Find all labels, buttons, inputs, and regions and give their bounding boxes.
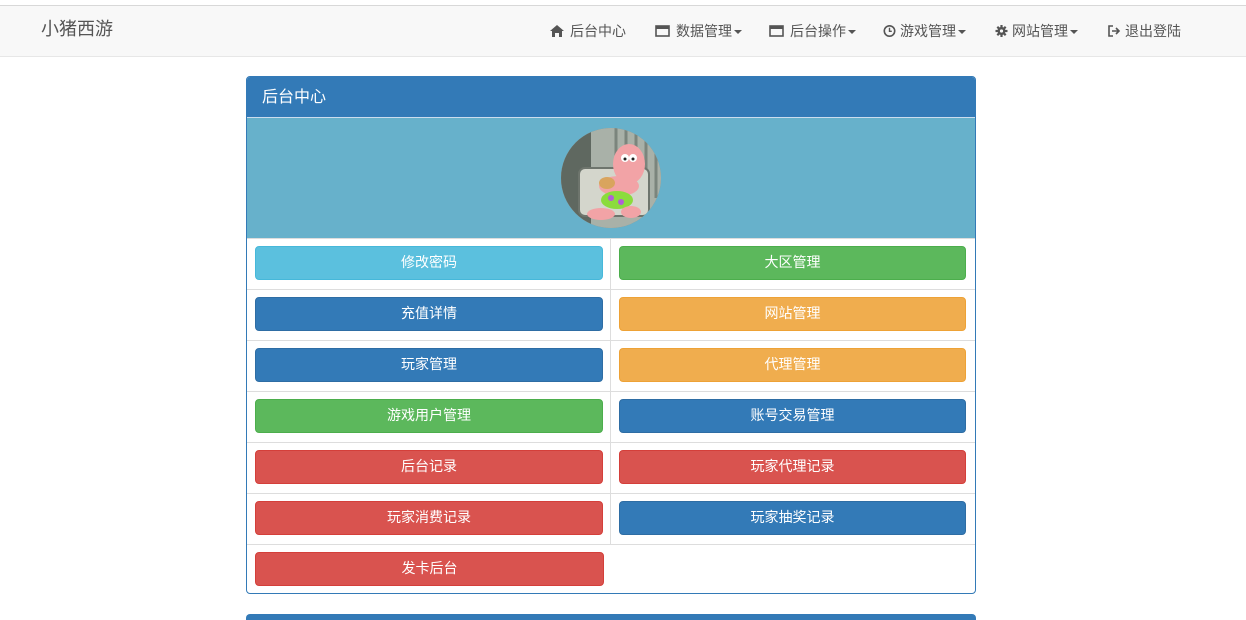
logout-icon [1107, 24, 1121, 38]
avatar-banner [247, 117, 975, 238]
change-password-button[interactable]: 修改密码 [255, 246, 603, 280]
avatar[interactable] [561, 128, 661, 228]
player-lottery-log-button[interactable]: 玩家抽奖记录 [619, 501, 966, 535]
home-icon [549, 24, 565, 38]
nav-item-label: 后台操作 [790, 24, 846, 40]
button-row: 充值详情 网站管理 [247, 289, 975, 341]
button-row: 修改密码 大区管理 [247, 238, 975, 290]
top-navbar: 小猪西游 后台中心 数据管理 后台操作 游戏管理 网站管理 退出登陆 [0, 6, 1246, 57]
next-panel-heading [246, 614, 976, 620]
button-row: 游戏用户管理 账号交易管理 [247, 391, 975, 443]
backend-log-button[interactable]: 后台记录 [255, 450, 603, 484]
player-management-button[interactable]: 玩家管理 [255, 348, 603, 382]
window-icon [769, 24, 785, 38]
site-management-button[interactable]: 网站管理 [619, 297, 966, 331]
nav-item-backend-center[interactable]: 后台中心 [549, 21, 626, 41]
nav-item-site-management[interactable]: 网站管理 [995, 21, 1078, 41]
nav-item-label: 退出登陆 [1125, 24, 1181, 40]
recharge-details-button[interactable]: 充值详情 [255, 297, 603, 331]
window-icon [655, 24, 671, 38]
nav-item-data-management[interactable]: 数据管理 [655, 21, 742, 41]
account-trade-management-button[interactable]: 账号交易管理 [619, 399, 966, 433]
nav-item-label: 网站管理 [1012, 24, 1068, 40]
player-spending-log-button[interactable]: 玩家消费记录 [255, 501, 603, 535]
nav-item-backend-operations[interactable]: 后台操作 [769, 21, 856, 41]
nav-item-game-management[interactable]: 游戏管理 [883, 21, 966, 41]
card-issuing-backend-button[interactable]: 发卡后台 [255, 552, 604, 586]
caret-down-icon [734, 29, 742, 34]
brand-logo-text[interactable]: 小猪西游 [41, 18, 113, 42]
clock-icon [883, 24, 896, 38]
caret-down-icon [1070, 29, 1078, 34]
button-row: 发卡后台 [247, 544, 975, 593]
agent-management-button[interactable]: 代理管理 [619, 348, 966, 382]
action-button-grid: 修改密码 大区管理 充值详情 网站管理 玩家管理 代理管理 游戏用户管理 账号交… [247, 238, 975, 593]
nav-item-logout[interactable]: 退出登陆 [1107, 21, 1181, 41]
caret-down-icon [958, 29, 966, 34]
player-agent-log-button[interactable]: 玩家代理记录 [619, 450, 966, 484]
game-user-management-button[interactable]: 游戏用户管理 [255, 399, 603, 433]
nav-item-label: 后台中心 [570, 24, 626, 40]
region-management-button[interactable]: 大区管理 [619, 246, 966, 280]
nav-item-label: 数据管理 [676, 24, 732, 40]
backend-center-panel: 后台中心 修改密码 大区管理 充值详情 网站管理 玩家管理 代理管理 游戏用户管… [246, 76, 976, 594]
gear-icon [995, 24, 1008, 38]
button-row: 后台记录 玩家代理记录 [247, 442, 975, 494]
button-row: 玩家管理 代理管理 [247, 340, 975, 392]
caret-down-icon [848, 29, 856, 34]
panel-title: 后台中心 [247, 77, 975, 117]
button-row: 玩家消费记录 玩家抽奖记录 [247, 493, 975, 545]
nav-item-label: 游戏管理 [900, 24, 956, 40]
